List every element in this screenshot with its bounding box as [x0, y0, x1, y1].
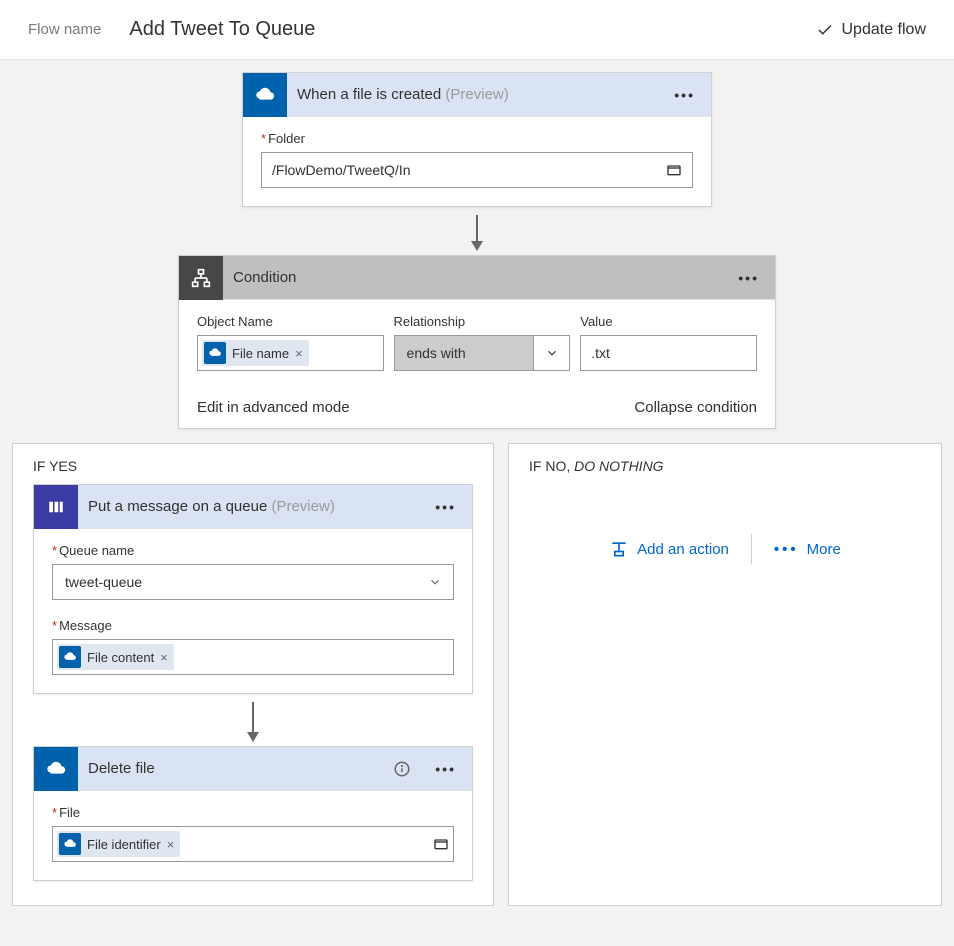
- arrow-1: [12, 207, 942, 255]
- chip-remove-icon[interactable]: ×: [295, 346, 303, 361]
- branches: IF YES Put a message on a queue (Preview…: [12, 443, 942, 906]
- collapse-condition-link[interactable]: Collapse condition: [634, 399, 757, 416]
- ellipsis-icon: •••: [774, 541, 799, 558]
- branch-yes-label: IF YES: [33, 458, 473, 474]
- folder-label: *Folder: [261, 131, 693, 146]
- relationship-select[interactable]: ends with: [394, 335, 571, 371]
- relationship-label: Relationship: [394, 314, 571, 329]
- update-flow-label: Update flow: [842, 21, 927, 39]
- delete-action-header[interactable]: Delete file •••: [34, 747, 472, 791]
- info-icon[interactable]: [393, 760, 419, 778]
- folder-input[interactable]: /FlowDemo/TweetQ/In: [261, 152, 693, 188]
- object-name-input[interactable]: File name ×: [197, 335, 384, 371]
- condition-footer: Edit in advanced mode Collapse condition: [179, 389, 775, 428]
- condition-card: Condition ••• Object Name File name ×: [178, 255, 776, 429]
- delete-action-card: Delete file ••• *File File identifier: [33, 746, 473, 881]
- top-header: Flow name Add Tweet To Queue Update flow: [0, 0, 954, 60]
- chevron-down-icon: [533, 336, 569, 370]
- flow-name-label: Flow name: [28, 21, 101, 38]
- onedrive-icon: [243, 73, 287, 117]
- condition-menu-button[interactable]: •••: [722, 270, 775, 286]
- object-name-label: Object Name: [197, 314, 384, 329]
- queue-action-title: Put a message on a queue (Preview): [78, 498, 335, 515]
- onedrive-icon: [59, 833, 81, 855]
- delete-action-title: Delete file: [78, 760, 155, 777]
- delete-menu-button[interactable]: •••: [419, 761, 472, 777]
- folder-picker-icon[interactable]: [666, 162, 682, 178]
- flow-title: Add Tweet To Queue: [129, 18, 315, 41]
- queue-name-select[interactable]: tweet-queue: [52, 564, 454, 600]
- preview-badge: (Preview): [445, 86, 508, 103]
- queue-menu-button[interactable]: •••: [419, 499, 472, 515]
- chevron-down-icon: [417, 565, 453, 599]
- more-button[interactable]: ••• More: [774, 541, 841, 558]
- value-input[interactable]: .txt: [580, 335, 757, 371]
- trigger-card: When a file is created (Preview) ••• *Fo…: [242, 72, 712, 207]
- relationship-value: ends with: [395, 336, 534, 370]
- edit-advanced-link[interactable]: Edit in advanced mode: [197, 399, 350, 416]
- onedrive-icon: [204, 342, 226, 364]
- queue-name-label: *Queue name: [52, 543, 454, 558]
- file-name-chip[interactable]: File name ×: [202, 340, 309, 366]
- value-label: Value: [580, 314, 757, 329]
- onedrive-icon: [59, 646, 81, 668]
- chip-remove-icon[interactable]: ×: [167, 837, 175, 852]
- message-label: *Message: [52, 618, 454, 633]
- condition-title: Condition: [223, 269, 296, 286]
- condition-icon: [179, 256, 223, 300]
- check-icon: [816, 21, 834, 39]
- file-identifier-chip[interactable]: File identifier ×: [57, 831, 180, 857]
- queue-icon: [34, 485, 78, 529]
- condition-header[interactable]: Condition •••: [179, 256, 775, 300]
- add-action-button[interactable]: Add an action: [609, 539, 729, 559]
- file-label: *File: [52, 805, 454, 820]
- onedrive-icon: [34, 747, 78, 791]
- trigger-header[interactable]: When a file is created (Preview) •••: [243, 73, 711, 117]
- folder-value: /FlowDemo/TweetQ/In: [272, 162, 411, 178]
- trigger-title: When a file is created (Preview): [287, 86, 509, 103]
- file-input[interactable]: File identifier ×: [52, 826, 454, 862]
- branch-no: IF NO, DO NOTHING Add an action ••• More: [508, 443, 942, 906]
- chip-remove-icon[interactable]: ×: [160, 650, 168, 665]
- branch-no-label: IF NO, DO NOTHING: [529, 458, 921, 474]
- arrow-2: [33, 694, 473, 746]
- update-flow-button[interactable]: Update flow: [816, 21, 927, 39]
- add-action-icon: [609, 539, 629, 559]
- folder-picker-icon[interactable]: [433, 836, 449, 852]
- queue-action-card: Put a message on a queue (Preview) ••• *…: [33, 484, 473, 694]
- trigger-menu-button[interactable]: •••: [658, 87, 711, 103]
- branch-yes: IF YES Put a message on a queue (Preview…: [12, 443, 494, 906]
- message-input[interactable]: File content ×: [52, 639, 454, 675]
- queue-action-header[interactable]: Put a message on a queue (Preview) •••: [34, 485, 472, 529]
- flow-canvas: When a file is created (Preview) ••• *Fo…: [0, 60, 954, 946]
- divider: [751, 534, 752, 564]
- queue-name-value: tweet-queue: [53, 574, 417, 590]
- file-content-chip[interactable]: File content ×: [57, 644, 174, 670]
- preview-badge: (Preview): [271, 498, 334, 515]
